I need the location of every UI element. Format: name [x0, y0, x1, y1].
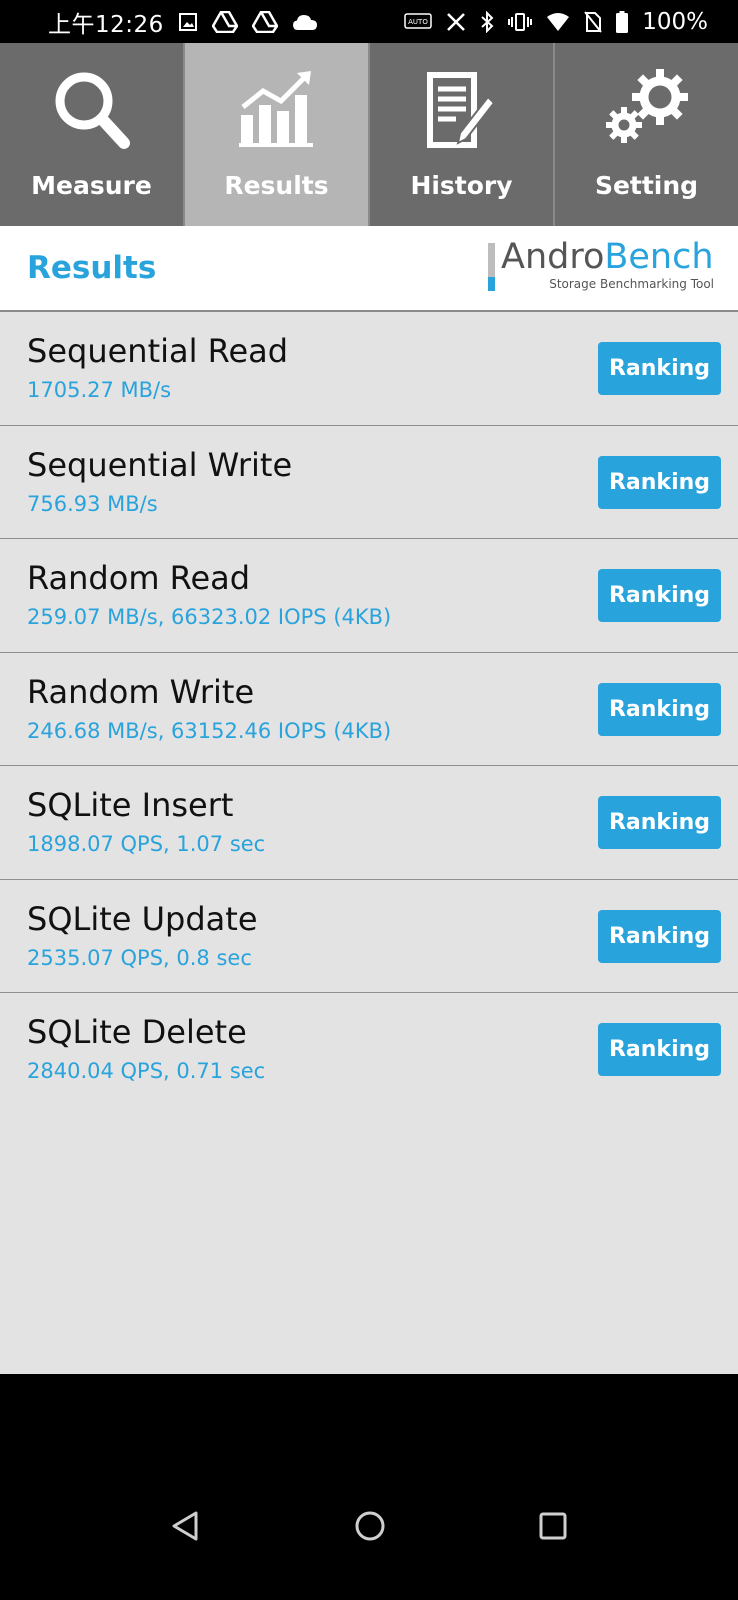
result-name: SQLite Delete: [27, 1013, 247, 1051]
logo-bench: Bench: [604, 237, 714, 277]
result-name: Random Read: [27, 559, 251, 597]
recents-icon[interactable]: [538, 1510, 568, 1546]
bluetooth-icon: [480, 10, 494, 33]
wifi-icon: [546, 12, 570, 32]
status-right: AUTO 100%: [404, 9, 708, 35]
search-icon: [52, 69, 132, 157]
result-row-random-read: Random Read 259.07 MB/s, 66323.02 IOPS (…: [0, 539, 738, 653]
navigation-bar: [0, 1374, 738, 1600]
result-value: 246.68 MB/s, 63152.46 IOPS (4KB): [27, 718, 392, 743]
result-name: SQLite Update: [27, 899, 258, 938]
result-value: 1898.07 QPS, 1.07 sec: [27, 832, 266, 856]
battery-percentage: 100%: [642, 8, 708, 35]
drive-icon: [211, 10, 238, 33]
ranking-button[interactable]: Ranking: [598, 1023, 721, 1076]
result-name: SQLite Insert: [27, 786, 234, 824]
result-row-sqlite-update: SQLite Update 2535.07 QPS, 0.8 sec Ranki…: [0, 880, 738, 993]
result-value: 2840.04 QPS, 0.71 sec: [27, 1059, 266, 1083]
result-name: Random Write: [27, 672, 255, 711]
ranking-button[interactable]: Ranking: [598, 682, 721, 736]
logo-bar-accent: [488, 277, 495, 291]
logo-tagline: Storage Benchmarking Tool: [549, 277, 714, 291]
drive-icon: [251, 10, 278, 33]
ranking-button[interactable]: Ranking: [598, 569, 721, 622]
result-name: Sequential Read: [27, 332, 289, 370]
status-left: 上午12:26: [48, 5, 318, 39]
document-icon: [422, 69, 502, 157]
ranking-button[interactable]: Ranking: [598, 909, 721, 963]
tab-label: History: [410, 171, 513, 200]
ranking-button[interactable]: Ranking: [598, 342, 721, 395]
result-value: 1705.27 MB/s: [27, 378, 172, 402]
tab-label: Setting: [594, 171, 699, 200]
logo-bar: [488, 243, 495, 277]
tab-label: Results: [224, 171, 329, 200]
result-value: 2535.07 QPS, 0.8 sec: [27, 945, 252, 970]
page-title: Results: [27, 250, 157, 286]
auto-icon: AUTO: [404, 12, 432, 32]
home-icon[interactable]: [354, 1510, 386, 1546]
androbench-logo: AndroBench Storage Benchmarking Tool: [488, 237, 714, 295]
cloud-icon: [292, 13, 318, 31]
result-row-random-write: Random Write 246.68 MB/s, 63152.46 IOPS …: [0, 653, 738, 766]
gear-icon: [602, 69, 692, 153]
result-row-sequential-write: Sequential Write 756.93 MB/s Ranking: [0, 426, 738, 539]
result-value: 259.07 MB/s, 66323.02 IOPS (4KB): [27, 605, 392, 629]
tab-label: Measure: [31, 171, 152, 200]
tab-history[interactable]: History: [370, 43, 555, 226]
nfc-off-icon: [446, 12, 466, 32]
back-icon[interactable]: [170, 1510, 200, 1546]
logo-andro: Andro: [501, 237, 605, 277]
status-time: 上午12:26: [48, 11, 164, 38]
results-list: Sequential Read 1705.27 MB/s Ranking Seq…: [0, 312, 738, 1374]
tab-measure[interactable]: Measure: [0, 43, 185, 226]
image-icon: [178, 12, 198, 32]
ranking-button[interactable]: Ranking: [598, 455, 721, 509]
svg-text:AUTO: AUTO: [408, 18, 428, 26]
no-sim-icon: [584, 10, 603, 33]
logo-text: AndroBench: [501, 237, 714, 277]
status-bar: 上午12:26 AUTO 100%: [0, 0, 738, 43]
result-row-sqlite-insert: SQLite Insert 1898.07 QPS, 1.07 sec Rank…: [0, 766, 738, 880]
tab-setting[interactable]: Setting: [555, 43, 738, 226]
chart-icon: [238, 69, 315, 153]
result-name: Sequential Write: [27, 445, 293, 484]
page-header: Results AndroBench Storage Benchmarking …: [0, 226, 738, 312]
vibrate-icon: [508, 12, 533, 32]
result-value: 756.93 MB/s: [27, 491, 158, 516]
battery-icon: [616, 10, 629, 33]
tab-bar: Measure Results History Setting: [0, 43, 738, 226]
result-row-sequential-read: Sequential Read 1705.27 MB/s Ranking: [0, 312, 738, 426]
ranking-button[interactable]: Ranking: [598, 796, 721, 849]
result-row-sqlite-delete: SQLite Delete 2840.04 QPS, 0.71 sec Rank…: [0, 993, 738, 1107]
tab-results[interactable]: Results: [185, 43, 370, 226]
